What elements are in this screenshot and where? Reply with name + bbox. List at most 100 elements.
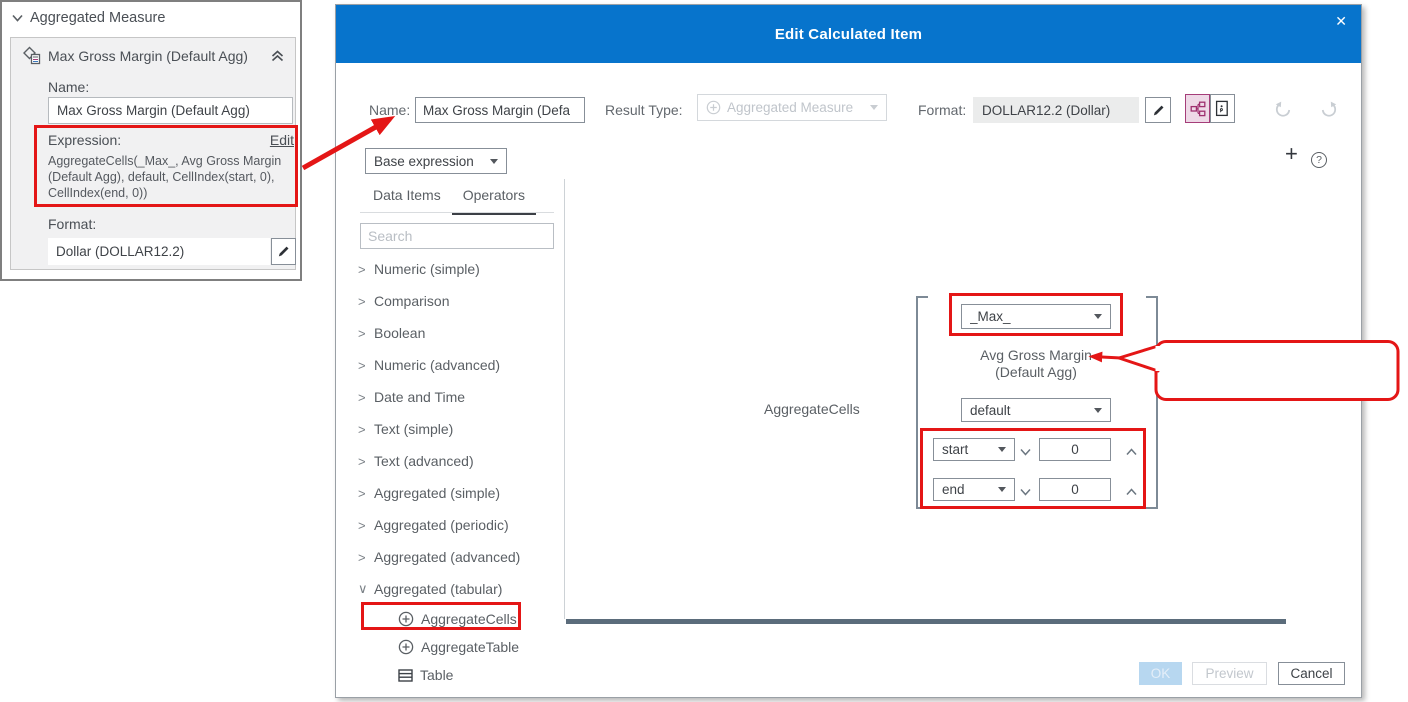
operator-tree-item[interactable]: > Text (advanced): [358, 445, 558, 477]
aggregation-dropdown[interactable]: _Max_: [961, 304, 1111, 329]
measure-title-row: Max Gross Margin (Default Agg): [22, 46, 284, 65]
chevron-down-icon: [1094, 314, 1102, 319]
search-input[interactable]: [361, 228, 556, 244]
operator-tree-item[interactable]: > Numeric (advanced): [358, 349, 558, 381]
undo-icon[interactable]: [1273, 99, 1295, 121]
tab-data-items[interactable]: Data Items: [362, 187, 452, 215]
preview-button[interactable]: Preview: [1192, 662, 1267, 685]
operator-label: AggregateTable: [421, 639, 520, 655]
dialog-edit-format-button[interactable]: [1145, 97, 1171, 123]
visual-mode-toggle-button[interactable]: [1185, 94, 1210, 123]
operator-tree-item[interactable]: > Aggregated (simple): [358, 477, 558, 509]
dialog-name-input[interactable]: [415, 97, 585, 123]
argument-line2: (Default Agg): [995, 364, 1077, 380]
operator-label: Boolean: [374, 325, 426, 341]
format-label: Format:: [48, 216, 97, 232]
operator-label: Aggregated (periodic): [374, 517, 509, 533]
dialog-name-label: Name:: [369, 102, 411, 118]
operators-tree: > Numeric (simple) > Comparison > Boolea…: [358, 253, 558, 689]
end-collapse-icon[interactable]: [1020, 483, 1031, 501]
expression-edit-link[interactable]: Edit: [262, 132, 294, 148]
operator-tree-item[interactable]: > Aggregated (periodic): [358, 509, 558, 541]
calculated-aggregated-measure-icon: [23, 46, 41, 65]
edit-calculated-item-dialog: Edit Calculated Item ✕ Name: Result Type…: [335, 4, 1362, 698]
dialog-title: Edit Calculated Item: [774, 25, 923, 43]
collapse-double-chevron-up-icon[interactable]: [271, 49, 284, 62]
result-type-label: Result Type:: [605, 102, 683, 118]
aggregated-measure-section-header[interactable]: Aggregated Measure: [12, 10, 165, 26]
chevron-down-icon: [490, 158, 498, 164]
operator-tree-item[interactable]: Table: [358, 661, 558, 689]
tab-operators[interactable]: Operators: [451, 187, 536, 215]
tree-twisty-icon: >: [358, 453, 366, 469]
operator-tree-item[interactable]: AggregateTable: [358, 633, 558, 661]
end-expand-icon[interactable]: [1126, 483, 1137, 501]
dialog-format-value: DOLLAR12.2 (Dollar): [973, 97, 1139, 123]
edit-format-button[interactable]: [271, 238, 296, 265]
argument-data-item[interactable]: Avg Gross Margin (Default Agg): [951, 347, 1121, 381]
tabs-divider: [360, 212, 554, 213]
chevron-down-icon: [998, 487, 1006, 492]
cancel-button[interactable]: Cancel: [1278, 662, 1345, 685]
text-mode-toggle-button[interactable]: [1210, 94, 1235, 123]
operator-search: [360, 223, 556, 249]
tree-twisty-icon: >: [358, 261, 366, 277]
operator-label: Comparison: [374, 293, 450, 309]
operator-tree-item[interactable]: AggregateCells: [358, 605, 558, 633]
table-operator-icon: [398, 668, 413, 682]
function-name: AggregateCells: [764, 401, 860, 417]
aggregated-measure-icon: [706, 100, 721, 115]
operator-tree-item[interactable]: > Date and Time: [358, 381, 558, 413]
tree-twisty-icon: >: [358, 389, 366, 405]
expression-scope-dropdown[interactable]: Base expression: [365, 148, 507, 174]
operator-tree-item[interactable]: > Text (simple): [358, 413, 558, 445]
close-icon[interactable]: ✕: [1331, 11, 1351, 32]
tree-twisty-icon: >: [358, 357, 366, 373]
add-expression-icon[interactable]: +: [1285, 143, 1298, 165]
result-type-dropdown: Aggregated Measure: [697, 94, 887, 121]
end-param-value: end: [942, 482, 965, 497]
redo-icon[interactable]: [1319, 99, 1341, 121]
aggregated-operator-icon: [398, 611, 414, 627]
tree-twisty-icon: >: [358, 325, 366, 341]
dialog-format-label: Format:: [918, 102, 967, 118]
context-value: default: [970, 402, 1011, 418]
code-text-view-icon: [1215, 100, 1228, 117]
operator-label: Aggregated (simple): [374, 485, 501, 501]
chevron-down-icon: [870, 105, 878, 110]
aggregated-operator-icon: [398, 639, 414, 655]
horizontal-scrollbar[interactable]: [566, 619, 1286, 624]
measure-name-input[interactable]: [48, 97, 293, 124]
end-param-dropdown[interactable]: end: [933, 478, 1015, 501]
start-value-input[interactable]: [1039, 438, 1111, 461]
expression-text: AggregateCells(_Max_, Avg Gross Margin (…: [48, 154, 282, 200]
start-collapse-icon[interactable]: [1020, 443, 1031, 461]
operator-label: AggregateCells: [421, 611, 517, 627]
operator-label: Numeric (advanced): [374, 357, 501, 373]
help-icon[interactable]: ?: [1311, 152, 1327, 168]
pencil-icon: [1153, 105, 1164, 115]
operator-label: Text (simple): [374, 421, 454, 437]
pencil-icon: [278, 246, 289, 257]
start-param-value: start: [942, 442, 969, 457]
operator-label: Numeric (simple): [374, 261, 480, 277]
measure-title: Max Gross Margin (Default Agg): [48, 47, 248, 64]
start-param-dropdown[interactable]: start: [933, 438, 1015, 461]
operator-tree-item[interactable]: ∨ Aggregated (tabular): [358, 573, 558, 605]
operator-tree-item[interactable]: > Numeric (simple): [358, 253, 558, 285]
format-value: Dollar (DOLLAR12.2): [48, 238, 270, 265]
operator-tree-item[interactable]: > Comparison: [358, 285, 558, 317]
ok-button[interactable]: OK: [1139, 662, 1182, 685]
panel-tabs: Data Items Operators: [362, 187, 536, 215]
operator-tree-item[interactable]: > Boolean: [358, 317, 558, 349]
start-expand-icon[interactable]: [1126, 443, 1137, 461]
operator-label: Date and Time: [374, 389, 466, 405]
close-bracket: [1146, 296, 1158, 509]
tree-twisty-icon: >: [358, 293, 366, 309]
open-bracket: [916, 296, 928, 509]
expression-label: Expression:: [48, 132, 122, 148]
context-dropdown[interactable]: default: [961, 398, 1111, 422]
operator-tree-item[interactable]: > Aggregated (advanced): [358, 541, 558, 573]
operator-label: Aggregated (advanced): [374, 549, 521, 565]
end-value-input[interactable]: [1039, 478, 1111, 501]
